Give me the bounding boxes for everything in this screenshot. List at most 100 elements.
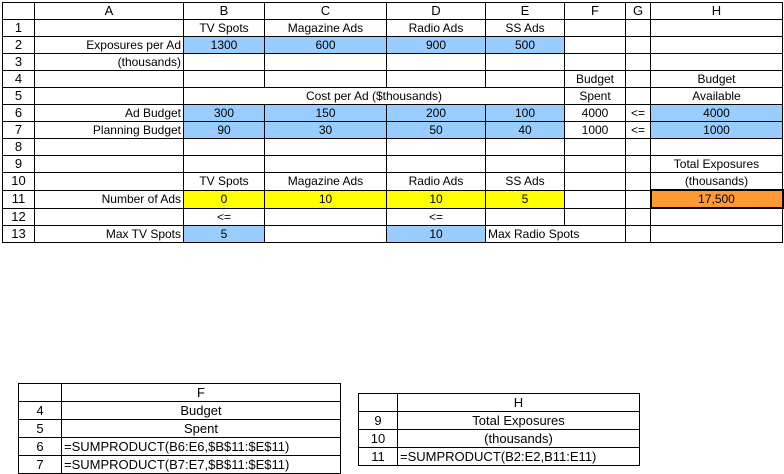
cell-d6[interactable]: 200: [386, 104, 486, 122]
corner-cell[interactable]: [2, 2, 35, 20]
cell-f8[interactable]: [564, 138, 626, 156]
cell-a10[interactable]: [34, 172, 184, 191]
cell-e10[interactable]: SS Ads: [485, 172, 565, 191]
cell-e9[interactable]: [485, 155, 565, 173]
column-header-c[interactable]: C: [264, 2, 387, 20]
cell-d9[interactable]: [386, 155, 486, 173]
cell-c2[interactable]: 600: [264, 36, 387, 54]
cell-f10[interactable]: [564, 172, 626, 191]
cell-g12[interactable]: [625, 207, 651, 226]
cell-g10[interactable]: [625, 172, 651, 191]
column-header-a[interactable]: A: [34, 2, 184, 20]
row-header[interactable]: 9: [2, 155, 35, 173]
cell-b9[interactable]: [183, 155, 265, 173]
cell-d12[interactable]: <=: [386, 207, 486, 226]
cell-h3[interactable]: [650, 53, 783, 71]
cell-c13[interactable]: [264, 225, 387, 243]
cell-d8[interactable]: [386, 138, 486, 156]
cell-b1[interactable]: TV Spots: [183, 19, 265, 37]
cell-a9[interactable]: [34, 155, 184, 173]
cell-b6[interactable]: 300: [183, 104, 265, 122]
cell-e6[interactable]: 100: [485, 104, 565, 122]
cell-d4[interactable]: [386, 70, 486, 88]
cell-a1[interactable]: [34, 19, 184, 37]
cell-g8[interactable]: [625, 138, 651, 156]
cell-g6[interactable]: <=: [625, 104, 651, 122]
cell-e11[interactable]: 5: [485, 189, 565, 209]
cell-g11[interactable]: [625, 189, 651, 209]
cell-b2[interactable]: 1300: [183, 36, 265, 54]
cell-g7[interactable]: <=: [625, 121, 651, 139]
cell-a11[interactable]: Number of Ads: [34, 189, 184, 209]
cell-f4[interactable]: Budget: [564, 70, 626, 88]
cell-g4[interactable]: [625, 70, 651, 88]
cell-d7[interactable]: 50: [386, 121, 486, 139]
cell-b4[interactable]: [183, 70, 265, 88]
row-header[interactable]: 11: [2, 189, 35, 209]
cell-h6[interactable]: 4000: [650, 104, 783, 122]
cell-a2[interactable]: Exposures per Ad: [34, 36, 184, 54]
cell-f9[interactable]: [564, 155, 626, 173]
cell-c10[interactable]: Magazine Ads: [264, 172, 387, 191]
cell-h12[interactable]: [650, 207, 783, 226]
row-header[interactable]: 6: [2, 104, 35, 122]
cell-f11[interactable]: [564, 189, 626, 209]
row-header[interactable]: 12: [2, 207, 35, 226]
cell-e13[interactable]: Max Radio Spots: [485, 225, 626, 243]
cell-d1[interactable]: Radio Ads: [386, 19, 486, 37]
cell-a12[interactable]: [34, 207, 184, 226]
cell-b5-merged[interactable]: Cost per Ad ($thousands): [183, 87, 565, 105]
cell-c1[interactable]: Magazine Ads: [264, 19, 387, 37]
cell-e12[interactable]: [485, 207, 565, 226]
cell-h11[interactable]: 17,500: [649, 189, 784, 209]
cell-h9[interactable]: Total Exposures: [650, 155, 783, 173]
cell-a5[interactable]: [34, 87, 184, 105]
cell-f12[interactable]: [564, 207, 626, 226]
cell-d2[interactable]: 900: [386, 36, 486, 54]
cell-g1[interactable]: [625, 19, 651, 37]
cell-c7[interactable]: 30: [264, 121, 387, 139]
row-header[interactable]: 5: [2, 87, 35, 105]
cell-g5[interactable]: [625, 87, 651, 105]
row-header[interactable]: 7: [2, 121, 35, 139]
cell-h7[interactable]: 1000: [650, 121, 783, 139]
cell-g13[interactable]: [625, 225, 651, 243]
cell-h1[interactable]: [650, 19, 783, 37]
cell-a4[interactable]: [34, 70, 184, 88]
cell-a7[interactable]: Planning Budget: [34, 121, 184, 139]
row-header[interactable]: 3: [2, 53, 35, 71]
cell-b7[interactable]: 90: [183, 121, 265, 139]
cell-d10[interactable]: Radio Ads: [386, 172, 486, 191]
column-header-b[interactable]: B: [183, 2, 265, 20]
cell-b3[interactable]: [183, 53, 265, 71]
cell-c6[interactable]: 150: [264, 104, 387, 122]
cell-c4[interactable]: [264, 70, 387, 88]
cell-c12[interactable]: [264, 207, 387, 226]
row-header[interactable]: 1: [2, 19, 35, 37]
cell-b8[interactable]: [183, 138, 265, 156]
cell-d11[interactable]: 10: [386, 189, 486, 209]
column-header-f[interactable]: F: [564, 2, 626, 20]
cell-e3[interactable]: [485, 53, 565, 71]
cell-c11[interactable]: 10: [264, 189, 387, 209]
cell-f7[interactable]: 1000: [564, 121, 626, 139]
cell-a13[interactable]: Max TV Spots: [34, 225, 184, 243]
row-header[interactable]: 2: [2, 36, 35, 54]
column-header-e[interactable]: E: [485, 2, 565, 20]
cell-e2[interactable]: 500: [485, 36, 565, 54]
row-header[interactable]: 4: [2, 70, 35, 88]
cell-c8[interactable]: [264, 138, 387, 156]
cell-b11[interactable]: 0: [183, 189, 265, 209]
cell-b13[interactable]: 5: [183, 225, 265, 243]
row-header[interactable]: 13: [2, 225, 35, 243]
cell-g9[interactable]: [625, 155, 651, 173]
cell-d13[interactable]: 10: [386, 225, 486, 243]
cell-f3[interactable]: [564, 53, 626, 71]
cell-b10[interactable]: TV Spots: [183, 172, 265, 191]
cell-f2[interactable]: [564, 36, 626, 54]
column-header-d[interactable]: D: [386, 2, 486, 20]
cell-f6[interactable]: 4000: [564, 104, 626, 122]
cell-a8[interactable]: [34, 138, 184, 156]
column-header-h[interactable]: H: [650, 2, 783, 20]
cell-h8[interactable]: [650, 138, 783, 156]
